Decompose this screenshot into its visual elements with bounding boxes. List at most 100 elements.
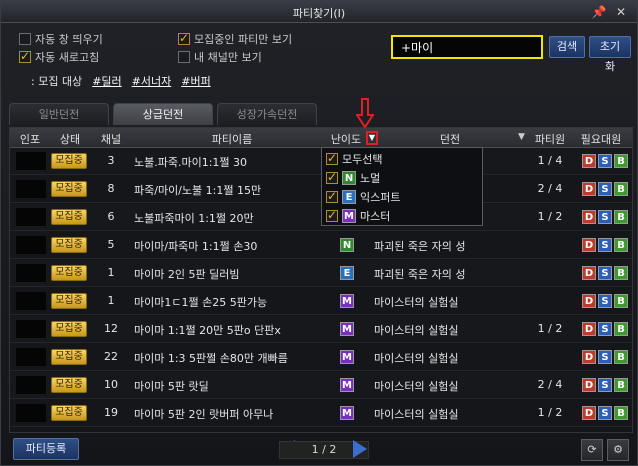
dealer-role-icon: D [582, 350, 596, 364]
header-party-name: 파티이름 [211, 133, 253, 146]
master-difficulty-icon: M [342, 209, 356, 223]
table-row[interactable]: 모집중 5 마이마/파죽마 1:1쩔 손30 N 파괴된 죽은 자의 성 DSB [10, 232, 632, 259]
status-badge: 모집중 [51, 181, 87, 197]
header-required: 필요대원 [580, 133, 622, 146]
dungeon-tabs: 일반던전 상급던전 성장가속던전 [9, 103, 317, 127]
master-checkbox[interactable] [326, 208, 338, 222]
my-channel-only-option[interactable]: 내 채널만 보기 [178, 50, 262, 64]
dungeon-cell: 파괴된 죽은 자의 성 [374, 240, 466, 253]
recruit-target-label: : 모집 대상 [31, 75, 83, 88]
header-channel: 채널 [100, 133, 122, 146]
buffer-role-icon: B [614, 378, 628, 392]
difficulty-m-icon: M [340, 378, 354, 392]
status-badge: 모집중 [51, 237, 87, 253]
close-icon[interactable]: ✕ [613, 4, 629, 20]
auto-refresh-checkbox[interactable] [19, 49, 31, 63]
info-icon [16, 404, 46, 422]
next-page-icon[interactable] [353, 440, 367, 458]
support-role-icon: S [598, 350, 612, 364]
recruit-tag-tank[interactable]: #서너자 [132, 73, 172, 89]
table-row[interactable]: 모집중 10 마이마 5판 랏딜 M 마이스터의 실험실 2 / 4 DSB [10, 372, 632, 399]
status-badge: 모집중 [51, 153, 87, 169]
dropdown-select-all[interactable]: 모두선택 [326, 151, 382, 167]
table-row[interactable]: 모집중 22 마이마 1:3 5판쩔 손80만 개빠름 M 마이스터의 실험실 D S B [10, 344, 632, 371]
difficulty-m-icon: M [340, 294, 354, 308]
dealer-role-icon: D [582, 294, 596, 308]
party-name-cell: 마이마 5판 랏딜 [134, 380, 209, 393]
header-info: 인포 [19, 133, 41, 146]
buffer-role-icon: B [614, 154, 628, 168]
select-all-label: 모두선택 [342, 153, 383, 166]
party-name-cell: 마이마/파죽마 1:1쩔 손30 [134, 240, 258, 253]
normal-difficulty-icon: N [342, 171, 356, 185]
select-all-checkbox[interactable] [326, 151, 338, 165]
members-cell: 1 / 2 [537, 322, 563, 335]
dealer-role-icon: D [582, 322, 596, 336]
party-name-cell: 노불.파죽.마이1:1쩔 30 [134, 156, 248, 169]
search-input[interactable] [391, 35, 543, 59]
party-name-cell: 마이마 5판 2인 랏버퍼 아무나 [134, 408, 274, 421]
support-role-icon: S [598, 266, 612, 280]
recruiting-only-checkbox[interactable] [178, 31, 190, 45]
tab-advanced-dungeon[interactable]: 상급던전 [113, 103, 213, 125]
settings-gear-icon[interactable]: ⚙ [607, 439, 629, 461]
status-badge: 모집중 [51, 405, 87, 421]
difficulty-m-icon: M [340, 406, 354, 420]
support-role-icon: S [598, 322, 612, 336]
window-title: 파티찾기(I) [292, 7, 346, 20]
table-row[interactable]: 모집중 1 마이마1ㄷ1쩔 손25 5판가능 M 마이스터의 실험실 D S B [10, 288, 632, 315]
auto-popup-label: 자동 창 띄우기 [35, 33, 103, 46]
buffer-role-icon: B [614, 182, 628, 196]
support-role-icon: S [598, 182, 612, 196]
auto-refresh-option[interactable]: 자동 새로고침 [19, 49, 99, 64]
header-dungeon[interactable]: 던전 [370, 131, 530, 147]
header-status: 상태 [59, 133, 81, 146]
recruit-target: : 모집 대상 #딜러 #서너자 #버퍼 [31, 73, 211, 89]
recruit-tag-buffer[interactable]: #버퍼 [181, 73, 210, 89]
tab-normal-dungeon[interactable]: 일반던전 [9, 103, 109, 125]
tab-growth-dungeon[interactable]: 성장가속던전 [217, 103, 317, 125]
expert-checkbox[interactable] [326, 189, 338, 203]
refresh-icon[interactable]: ⟳ [581, 439, 603, 461]
search-button[interactable]: 검색 [549, 36, 585, 58]
annotation-arrow-icon [356, 98, 374, 129]
party-name-cell: 마이마 1:3 5판쩔 손80만 개빠름 [134, 352, 288, 365]
difficulty-m-icon: M [340, 322, 354, 336]
difficulty-e-icon: E [340, 266, 354, 280]
normal-checkbox[interactable] [326, 170, 338, 184]
table-row[interactable]: 모집중 19 마이마 5판 2인 랏버퍼 아무나 M 마이스터의 실험실 1 / 2 DSB [10, 400, 632, 427]
buffer-role-icon: B [614, 294, 628, 308]
recruit-tag-dealer[interactable]: #딜러 [92, 73, 121, 89]
status-badge: 모집중 [51, 209, 87, 225]
info-icon [16, 180, 46, 198]
support-role-icon: S [598, 210, 612, 224]
dropdown-item-expert[interactable]: E 익스퍼트 [326, 189, 400, 205]
buffer-role-icon: B [614, 406, 628, 420]
support-role-icon: S [598, 294, 612, 308]
status-badge: 모집중 [51, 293, 87, 309]
auto-popup-option[interactable]: 자동 창 띄우기 [19, 32, 103, 46]
my-channel-only-label: 내 채널만 보기 [194, 51, 262, 64]
master-label: 마스터 [360, 210, 391, 223]
difficulty-n-icon: N [340, 238, 354, 252]
dropdown-item-normal[interactable]: N 노멀 [326, 170, 380, 186]
reset-button[interactable]: 초기화 [589, 36, 631, 73]
table-row[interactable]: 모집중 1 마이마 2인 5판 딜러빔 E 파괴된 죽은 자의 성 DSB [10, 260, 632, 287]
status-badge: 모집중 [51, 349, 87, 365]
dropdown-item-master[interactable]: M 마스터 [326, 208, 390, 224]
members-cell: 2 / 4 [537, 182, 563, 195]
auto-popup-checkbox[interactable] [19, 33, 31, 45]
buffer-role-icon: B [614, 210, 628, 224]
support-role-icon: S [598, 378, 612, 392]
register-party-button[interactable]: 파티등록 [13, 438, 79, 460]
difficulty-m-icon: M [340, 350, 354, 364]
table-row[interactable]: 모집중 12 마이마 1:1쩔 20만 5판o 단판x M 마이스터의 실험실 1 / 2… [10, 316, 632, 343]
channel-cell: 12 [104, 322, 118, 335]
pin-icon[interactable]: 📌 [591, 4, 607, 20]
channel-cell: 1 [107, 266, 115, 279]
buffer-role-icon: B [614, 322, 628, 336]
status-badge: 모집중 [51, 321, 87, 337]
my-channel-only-checkbox[interactable] [178, 51, 190, 63]
recruiting-only-option[interactable]: 모집중인 파티만 보기 [178, 31, 292, 46]
dungeon-sort-arrow-icon[interactable]: ▼ [518, 132, 525, 142]
